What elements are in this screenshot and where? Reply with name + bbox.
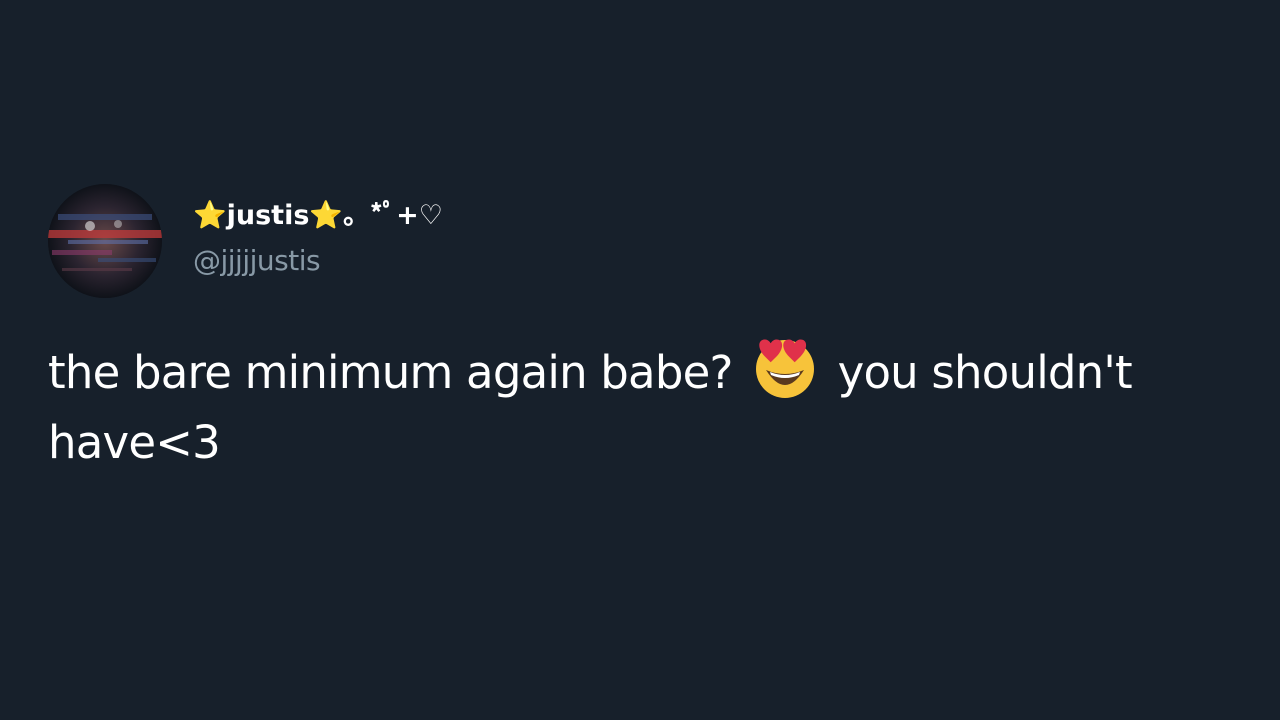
tweet-author: ⭐justis⭐。*ﾟ+♡ @jjjjjustis [193,198,443,280]
user-handle[interactable]: @jjjjjustis [193,242,443,280]
tweet-text: the bare minimum again babe? you shouldn… [48,334,1258,478]
avatar[interactable] [48,184,162,298]
display-name[interactable]: ⭐justis⭐。*ﾟ+♡ [193,198,443,234]
avatar-image [48,184,162,298]
smiling-face-with-heart-eyes-icon [752,334,818,400]
tweet-text-part-1: the bare minimum again babe? [48,346,733,399]
tweet-card: ⭐justis⭐。*ﾟ+♡ @jjjjjustis the bare minim… [0,0,1280,720]
